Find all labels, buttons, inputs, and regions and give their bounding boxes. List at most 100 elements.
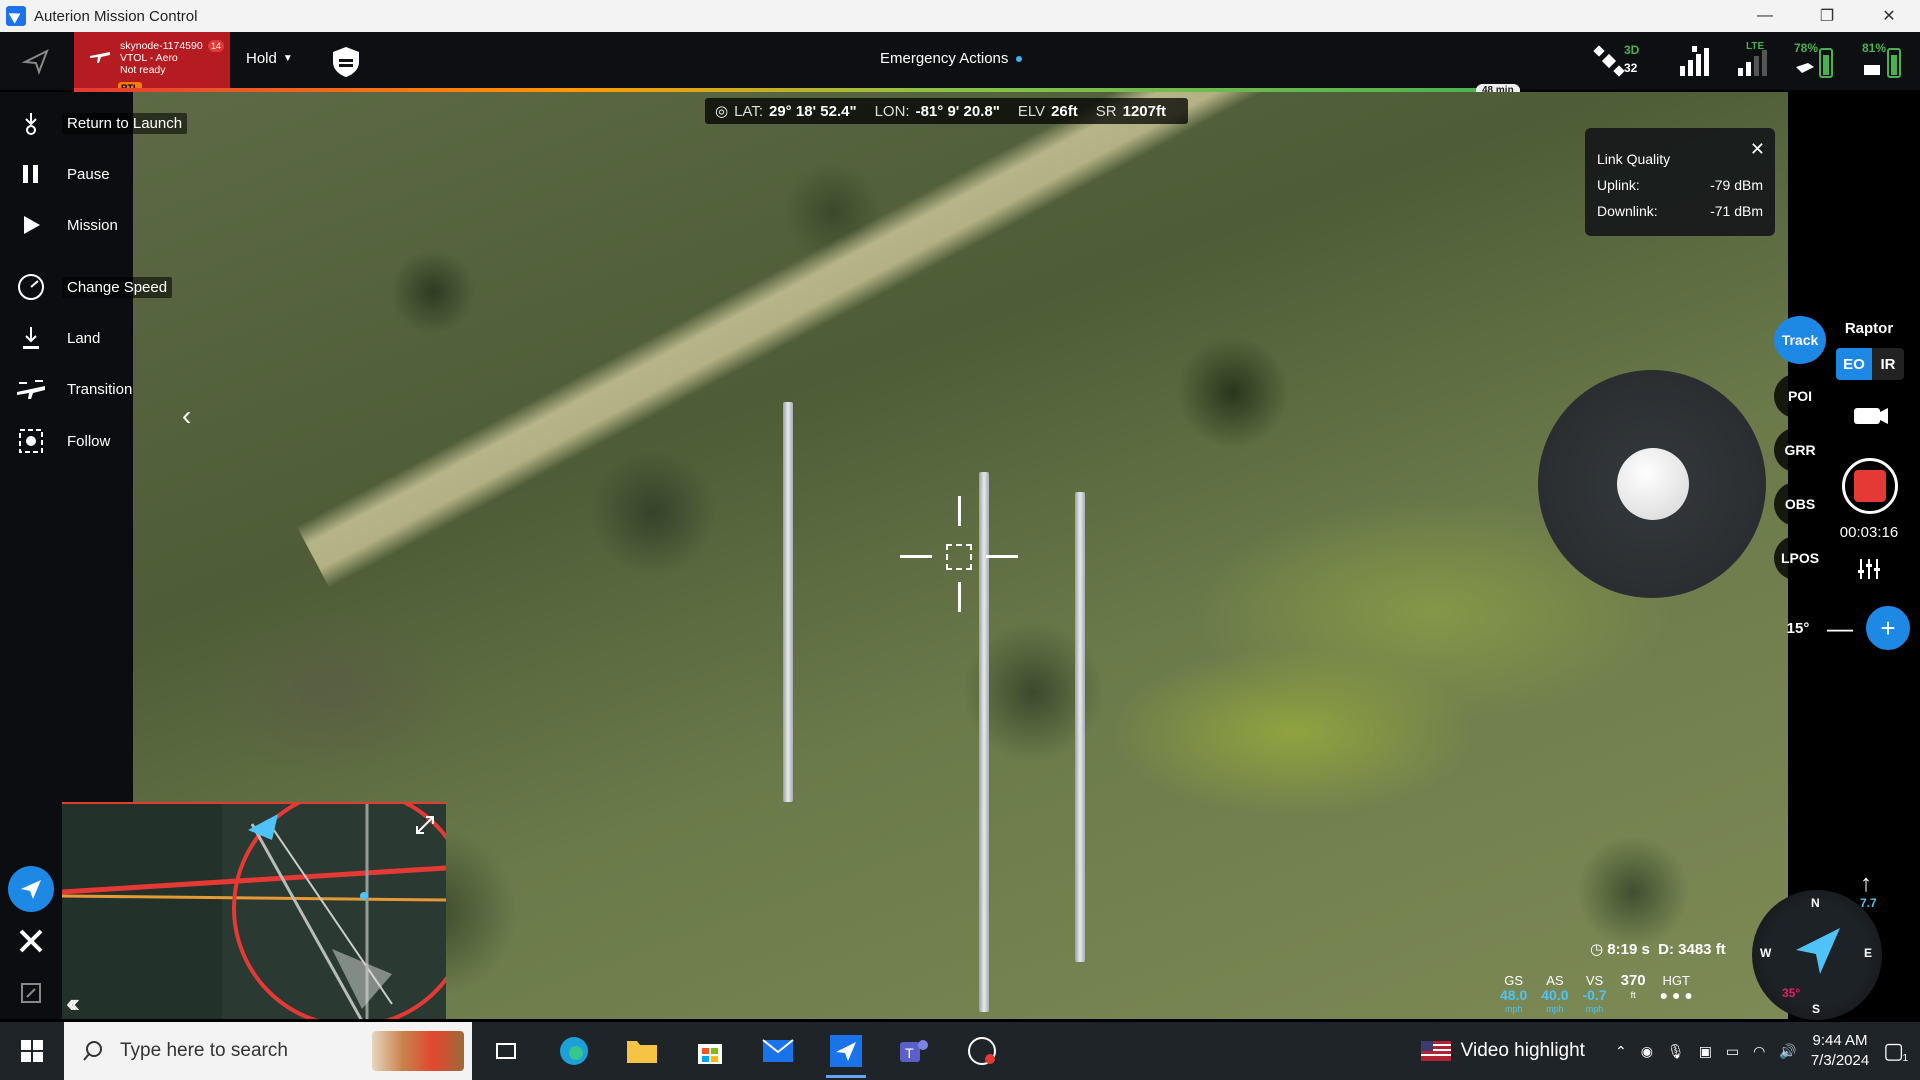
edge-icon xyxy=(560,1037,588,1065)
vehicle-readiness: Not ready xyxy=(120,64,166,76)
rc-signal-status[interactable] xyxy=(1678,41,1712,81)
restore-button[interactable]: ❐ xyxy=(1796,0,1858,32)
double-chevron-left-icon[interactable]: ‹‹‹ xyxy=(66,988,80,1019)
lte-signal-status[interactable]: LTE xyxy=(1736,41,1770,81)
mail-app[interactable] xyxy=(744,1022,812,1080)
send-arrow-icon xyxy=(21,880,41,899)
battery-1-percent: 78% xyxy=(1794,41,1819,55)
minimize-button[interactable]: — xyxy=(1734,0,1796,32)
camera-tray-icon[interactable]: ◉ xyxy=(1641,1043,1653,1060)
us-flag-icon xyxy=(1420,1041,1451,1061)
task-view-button[interactable] xyxy=(472,1022,540,1080)
volume-icon[interactable]: 🔊 xyxy=(1779,1043,1796,1060)
gauge-value: 40.0 xyxy=(1541,987,1569,1003)
eo-sensor-button[interactable]: EO xyxy=(1836,348,1872,380)
fullscreen-icon xyxy=(21,983,41,1003)
land-label: Land xyxy=(67,329,101,347)
record-stop-icon xyxy=(1854,470,1886,502)
notifications-icon[interactable]: ▢ 1 xyxy=(1883,1038,1908,1064)
close-window-button[interactable]: ✕ xyxy=(1858,0,1920,32)
chevron-down-icon: ▼ xyxy=(282,53,293,64)
expand-map-icon[interactable] xyxy=(410,810,440,840)
pause-button[interactable]: Pause xyxy=(0,155,200,193)
windows-logo-icon xyxy=(21,1040,43,1062)
emergency-actions-button[interactable]: Emergency Actions xyxy=(880,50,1023,67)
record-timer: 00:03:16 xyxy=(1839,524,1899,541)
camera-icon[interactable] xyxy=(1850,402,1890,430)
app-logo-icon xyxy=(6,6,26,26)
follow-button[interactable]: Follow xyxy=(0,422,200,460)
position-telemetry-bar: ◎ LAT: 29° 18' 52.4" LON: -81° 9' 20.8" … xyxy=(705,98,1188,124)
follow-label: Follow xyxy=(67,432,111,450)
sr-label: SR xyxy=(1095,102,1117,120)
mission-button[interactable]: Mission xyxy=(0,206,200,244)
transition-button[interactable]: Transition xyxy=(0,370,200,408)
battery-2-status[interactable]: 81% xyxy=(1862,41,1906,81)
send-arrow-icon[interactable] xyxy=(0,32,72,90)
teams-app[interactable]: T xyxy=(880,1022,948,1080)
track-mode-button[interactable]: Track xyxy=(1774,316,1826,364)
flight-mode-dropdown[interactable]: Hold ▼ xyxy=(246,50,293,67)
top-toolbar: skynode-1174590 VTOL - Aero Not ready 14… xyxy=(0,32,1920,94)
grr-mode-button[interactable]: GRR xyxy=(1774,428,1826,472)
edge-app[interactable] xyxy=(540,1022,608,1080)
gps-fix-type: 3D xyxy=(1624,43,1640,57)
camera-settings-sliders-icon[interactable] xyxy=(1856,556,1882,587)
start-button[interactable] xyxy=(0,1022,64,1080)
chevron-left-icon[interactable]: ‹ xyxy=(182,400,191,432)
taskbar-search-box[interactable]: Type here to search xyxy=(64,1022,472,1080)
flight-info: ◷ 8:19 s D: 3483 ft xyxy=(1590,940,1726,958)
rc-signal-icon xyxy=(1680,46,1709,76)
windows-taskbar: Type here to search T Video highlight ⌃ … xyxy=(0,1022,1920,1080)
chevron-up-icon[interactable]: ⌃ xyxy=(1615,1043,1627,1060)
system-clock[interactable]: 9:44 AM 7/3/2024 xyxy=(1811,1031,1869,1071)
tools-button[interactable] xyxy=(8,918,54,964)
vtol-transition-icon xyxy=(0,378,62,400)
target-reticle xyxy=(900,496,1020,616)
plan-view-button[interactable] xyxy=(8,866,54,912)
elv-label: ELV xyxy=(1017,102,1046,120)
return-to-launch-button[interactable]: Return to Launch xyxy=(0,104,200,142)
file-explorer-app[interactable] xyxy=(608,1022,676,1080)
mission-control-app[interactable] xyxy=(812,1022,880,1080)
clock-time: 9:44 AM xyxy=(1812,1032,1868,1049)
obs-mode-button[interactable]: OBS xyxy=(1774,482,1826,526)
microphone-icon[interactable]: 🎙 xyxy=(1667,1043,1685,1060)
gimbal-joystick[interactable] xyxy=(1538,370,1766,598)
zoom-out-button[interactable]: — xyxy=(1822,613,1858,644)
close-icon[interactable]: ✕ xyxy=(1750,136,1765,162)
search-highlight-image xyxy=(372,1031,464,1071)
downlink-value: -71 dBm xyxy=(1710,203,1763,219)
wifi-icon[interactable]: ◠ xyxy=(1753,1043,1765,1060)
battery-1-status[interactable]: 78% xyxy=(1794,41,1838,81)
search-placeholder: Type here to search xyxy=(120,1040,288,1061)
heading-arrow-icon xyxy=(1796,928,1840,974)
lpos-mode-button[interactable]: LPOS xyxy=(1774,536,1826,580)
ir-sensor-button[interactable]: IR xyxy=(1872,348,1904,380)
lat-value: 29° 18' 52.4" xyxy=(769,102,857,120)
poi-mode-button[interactable]: POI xyxy=(1774,374,1826,418)
land-button[interactable]: Land xyxy=(0,319,200,357)
emergency-dot-icon xyxy=(1016,55,1023,62)
zoom-in-button[interactable]: + xyxy=(1866,606,1910,650)
altitude-value: 370 xyxy=(1620,972,1646,989)
fullscreen-button[interactable] xyxy=(8,970,54,1016)
battery-tray-icon[interactable]: ▭ xyxy=(1726,1043,1739,1060)
recorder-icon xyxy=(968,1037,996,1065)
pause-icon xyxy=(0,163,62,185)
tilt-angle: 15° xyxy=(1786,619,1810,637)
change-speed-button[interactable]: Change Speed xyxy=(0,268,200,306)
gps-status[interactable]: 3D 32 xyxy=(1592,41,1654,81)
video-highlight-widget[interactable]: Video highlight xyxy=(1420,1040,1585,1062)
screen-tray-icon[interactable]: ▣ xyxy=(1699,1043,1712,1060)
vehicle-status-badge[interactable]: skynode-1174590 VTOL - Aero Not ready 14… xyxy=(74,32,230,94)
store-app[interactable] xyxy=(676,1022,744,1080)
mini-map[interactable] xyxy=(62,802,446,1019)
record-button[interactable] xyxy=(1842,458,1898,514)
store-icon xyxy=(698,1044,722,1064)
mission-label: Mission xyxy=(67,216,118,234)
lte-label: LTE xyxy=(1746,41,1765,52)
joystick-knob[interactable] xyxy=(1617,448,1689,520)
shield-icon[interactable] xyxy=(328,44,364,80)
screen-recorder-app[interactable] xyxy=(948,1022,1016,1080)
